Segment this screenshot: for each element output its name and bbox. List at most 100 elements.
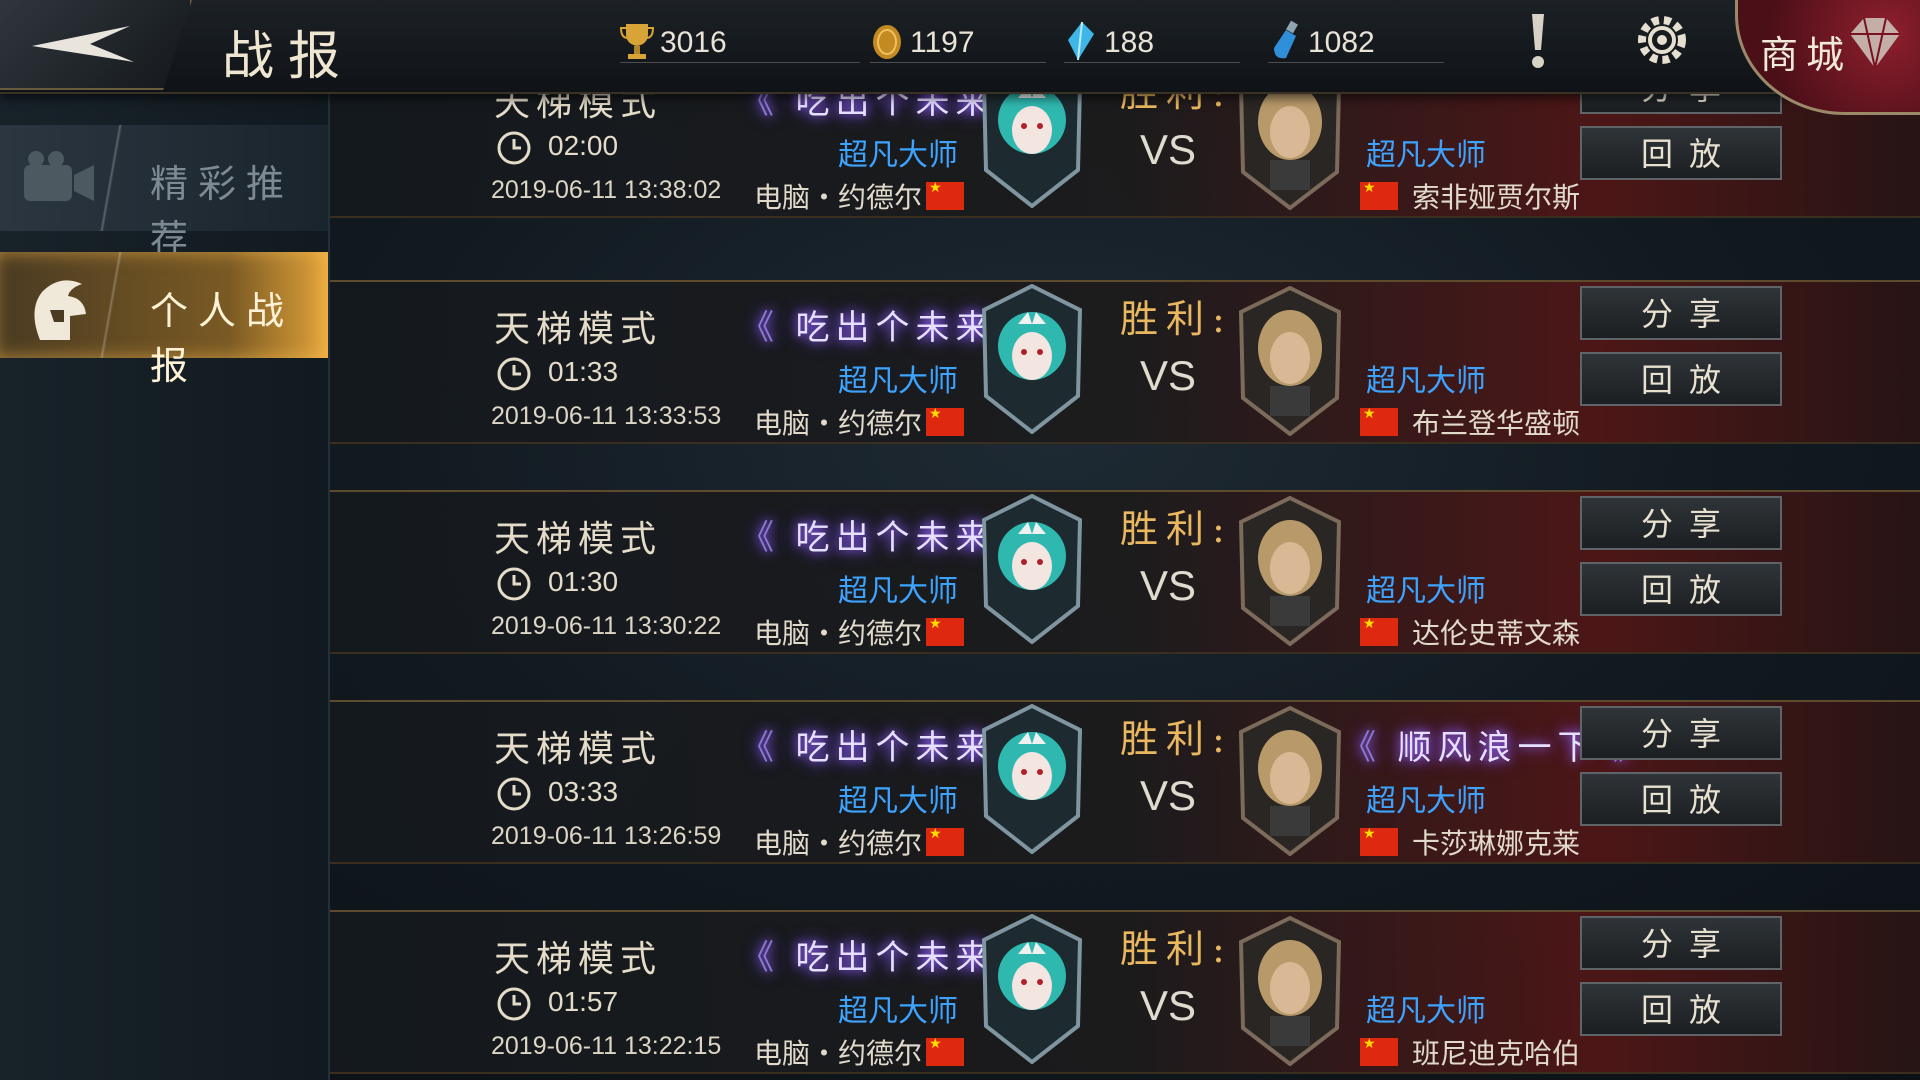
opponent-avatar <box>1238 286 1342 436</box>
right-rank: 超凡大师 <box>1366 365 1486 398</box>
sidebar-item-highlights[interactable]: 精彩推荐 <box>0 125 328 261</box>
share-button[interactable]: 分享 <box>1580 496 1782 550</box>
crystal-counter: 188 <box>1064 21 1240 63</box>
sidebar: 精彩推荐 个人战报 <box>0 92 330 1080</box>
game-mode: 天梯模式 <box>494 729 663 770</box>
versus-label: VS <box>1140 772 1197 819</box>
china-flag-icon <box>926 615 964 646</box>
match-duration: 01:33 <box>548 356 619 387</box>
match-duration: 03:33 <box>548 776 619 807</box>
trophy-icon <box>620 24 654 59</box>
versus-label: VS <box>1140 352 1197 399</box>
left-rank: 超凡大师 <box>838 575 958 608</box>
victory-label: 胜利: <box>1120 297 1233 341</box>
gear-icon[interactable] <box>1632 10 1692 70</box>
china-flag-icon <box>926 1035 964 1066</box>
right-rank: 超凡大师 <box>1366 995 1486 1028</box>
left-player-name: 电脑・约德尔 <box>754 618 923 649</box>
china-flag-icon <box>926 405 964 436</box>
china-flag-icon <box>926 825 964 856</box>
trophy-counter: 3016 <box>620 22 860 63</box>
player-avatar <box>981 494 1083 644</box>
match-duration: 01:57 <box>548 986 619 1017</box>
sidebar-item-label: 精彩推荐 <box>150 162 295 261</box>
match-row: 天梯模式 03:33 2019-06-11 13:26:59 《 吃出个未来 》… <box>330 700 1920 864</box>
potion-counter: 1082 <box>1268 20 1444 63</box>
potion-icon <box>1274 20 1298 59</box>
potion-value: 1082 <box>1308 26 1375 59</box>
china-flag-icon <box>1360 1035 1398 1066</box>
right-player-name: 布兰登华盛顿 <box>1412 408 1581 439</box>
gold-value: 1197 <box>910 26 975 59</box>
china-flag-icon <box>1360 825 1398 856</box>
versus-label: VS <box>1140 982 1197 1029</box>
gold-counter: 1197 <box>870 22 1046 63</box>
video-camera-icon <box>24 151 94 201</box>
match-row: 天梯模式 01:30 2019-06-11 13:30:22 《 吃出个未来 》… <box>330 490 1920 654</box>
left-rank: 超凡大师 <box>838 785 958 818</box>
clock-icon <box>497 567 531 601</box>
victory-label: 胜利: <box>1120 927 1233 971</box>
left-rank: 超凡大师 <box>838 139 958 172</box>
match-datetime: 2019-06-11 13:38:02 <box>491 176 722 204</box>
clock-icon <box>497 131 531 165</box>
game-mode: 天梯模式 <box>494 939 663 980</box>
victory-label: 胜利: <box>1120 92 1233 115</box>
back-arrow-icon <box>32 26 134 62</box>
back-button[interactable] <box>0 0 192 90</box>
share-button[interactable]: 分享 <box>1580 706 1782 760</box>
victory-label: 胜利: <box>1120 507 1233 551</box>
left-player-name: 电脑・约德尔 <box>754 828 923 859</box>
clock-icon <box>497 987 531 1021</box>
victory-label: 胜利: <box>1120 717 1233 761</box>
clock-icon <box>497 357 531 391</box>
crystal-icon <box>1068 21 1094 61</box>
replay-button[interactable]: 回放 <box>1580 352 1782 406</box>
replay-button[interactable]: 回放 <box>1580 126 1782 180</box>
right-player-name: 卡莎琳娜克莱 <box>1412 828 1581 859</box>
clock-icon <box>497 777 531 811</box>
spartan-helmet-icon <box>34 280 86 340</box>
right-player-name: 达伦史蒂文森 <box>1412 618 1581 649</box>
match-datetime: 2019-06-11 13:22:15 <box>491 1032 722 1060</box>
match-duration: 01:30 <box>548 566 619 597</box>
match-row: 天梯模式 02:00 2019-06-11 13:38:02 《 吃出个未来 》… <box>330 92 1920 218</box>
china-flag-icon <box>1360 615 1398 646</box>
diamond-icon <box>1850 17 1900 69</box>
share-button[interactable]: 分享 <box>1580 286 1782 340</box>
versus-label: VS <box>1140 562 1197 609</box>
versus-label: VS <box>1140 126 1197 173</box>
share-button[interactable]: 分享 <box>1580 94 1782 114</box>
match-datetime: 2019-06-11 13:26:59 <box>491 822 722 850</box>
right-player-name: 索非娅贾尔斯 <box>1412 182 1581 213</box>
china-flag-icon <box>1360 405 1398 436</box>
shop-label: 商城 <box>1760 33 1853 77</box>
right-rank: 超凡大师 <box>1366 785 1486 818</box>
right-rank: 超凡大师 <box>1366 575 1486 608</box>
alert-icon[interactable] <box>1520 10 1556 72</box>
player-avatar <box>981 284 1083 434</box>
opponent-avatar <box>1238 496 1342 646</box>
game-mode: 天梯模式 <box>494 92 663 124</box>
gold-coin-icon <box>873 25 901 59</box>
opponent-avatar <box>1238 706 1342 856</box>
left-player-name: 电脑・约德尔 <box>754 182 923 213</box>
sidebar-item-label: 个人战报 <box>150 289 295 388</box>
replay-button[interactable]: 回放 <box>1580 982 1782 1036</box>
left-rank: 超凡大师 <box>838 365 958 398</box>
match-duration: 02:00 <box>548 130 619 161</box>
left-player-name: 电脑・约德尔 <box>754 1038 923 1069</box>
crystal-value: 188 <box>1104 26 1155 59</box>
sidebar-item-personal-reports[interactable]: 个人战报 <box>0 252 328 388</box>
player-avatar <box>981 914 1083 1064</box>
share-button[interactable]: 分享 <box>1580 916 1782 970</box>
china-flag-icon <box>1360 179 1398 210</box>
match-row: 天梯模式 01:33 2019-06-11 13:33:53 《 吃出个未来 》… <box>330 280 1920 444</box>
opponent-avatar <box>1239 94 1341 210</box>
replay-button[interactable]: 回放 <box>1580 772 1782 826</box>
match-row: 天梯模式 01:57 2019-06-11 13:22:15 《 吃出个未来 》… <box>330 910 1920 1074</box>
replay-button[interactable]: 回放 <box>1580 562 1782 616</box>
page-title: 战报 <box>222 27 355 87</box>
right-player-name: 班尼迪克哈伯 <box>1412 1038 1581 1069</box>
match-datetime: 2019-06-11 13:33:53 <box>491 402 722 430</box>
